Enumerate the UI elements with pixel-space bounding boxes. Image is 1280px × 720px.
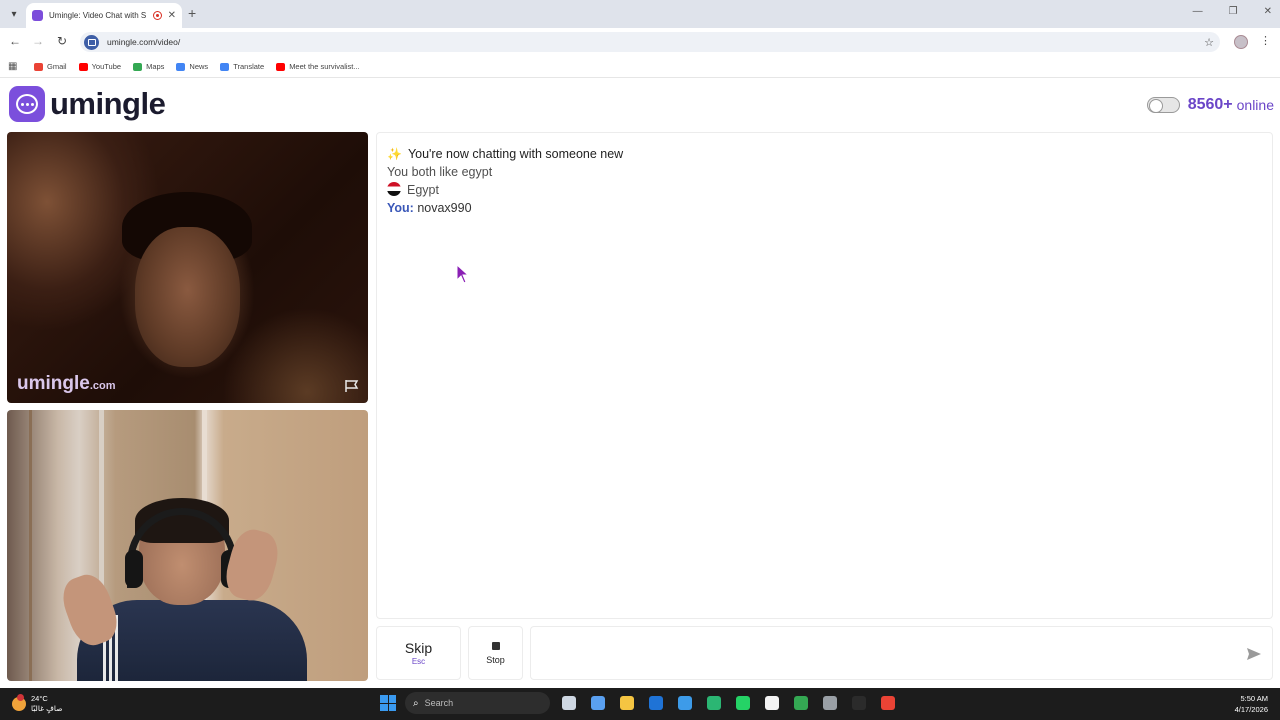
bookmark-gmail[interactable]: Gmail bbox=[34, 62, 67, 71]
app-circle-icon[interactable] bbox=[849, 693, 869, 713]
bookmark-news[interactable]: News bbox=[176, 62, 208, 71]
sparkle-icon: ✨ bbox=[387, 147, 402, 161]
recording-indicator-icon bbox=[152, 11, 162, 20]
windows-taskbar: 24°C صافٍ غالبًا ⌕ Search 5:50 AM 4/17/2… bbox=[0, 688, 1280, 720]
task-view-icon[interactable] bbox=[559, 693, 579, 713]
maps-icon bbox=[133, 62, 143, 71]
back-icon[interactable]: ← bbox=[7, 34, 23, 48]
skip-shortcut-hint: Esc bbox=[411, 657, 426, 666]
news-icon bbox=[176, 62, 186, 71]
file-explorer-icon[interactable] bbox=[617, 693, 637, 713]
taskbar-search[interactable]: ⌕ Search bbox=[405, 692, 550, 714]
copilot-icon[interactable] bbox=[588, 693, 608, 713]
start-button[interactable] bbox=[380, 695, 396, 711]
bookmark-translate[interactable]: Translate bbox=[220, 62, 264, 71]
weather-widget[interactable]: 24°C صافٍ غالبًا bbox=[12, 694, 63, 714]
weather-condition: صافٍ غالبًا bbox=[31, 704, 63, 713]
clock-time: 5:50 AM bbox=[1240, 694, 1268, 703]
clock-date: 4/17/2026 bbox=[1234, 705, 1268, 714]
chrome-icon[interactable] bbox=[791, 693, 811, 713]
bookmark-star-icon[interactable]: ☆ bbox=[1204, 36, 1214, 49]
system-clock[interactable]: 5:50 AM 4/17/2026 bbox=[1235, 693, 1268, 715]
common-interest-message: You both like egypt bbox=[387, 165, 493, 179]
bookmark-survivalist[interactable]: Meet the survivalist... bbox=[276, 62, 360, 71]
bookmarks-bar: ▦ Gmail YouTube Maps News Translate Meet… bbox=[0, 56, 1280, 78]
bookmark-youtube[interactable]: YouTube bbox=[78, 62, 121, 71]
search-icon: ⌕ bbox=[413, 697, 419, 709]
restore-icon[interactable]: ❐ bbox=[1229, 6, 1238, 17]
temperature: 24°C bbox=[31, 694, 48, 703]
skip-button[interactable]: Skip Esc bbox=[376, 626, 461, 680]
send-icon[interactable] bbox=[1246, 646, 1262, 662]
egypt-flag-icon bbox=[387, 182, 401, 196]
online-status: 8560+ online bbox=[1146, 96, 1274, 114]
edge-icon[interactable] bbox=[704, 693, 724, 713]
logo-text: umingle bbox=[50, 86, 166, 121]
chrome-active-icon[interactable] bbox=[878, 693, 898, 713]
chat-log: ✨ You're now chatting with someone new Y… bbox=[376, 132, 1273, 619]
window-controls: — ❐ ✕ bbox=[1193, 6, 1272, 17]
online-count: 8560+ bbox=[1187, 96, 1233, 113]
browser-menu-icon[interactable]: ⋮ bbox=[1260, 34, 1271, 47]
message-input[interactable] bbox=[530, 626, 1273, 680]
tab-search-icon[interactable]: ▾ bbox=[6, 6, 22, 22]
youtube-icon bbox=[276, 62, 286, 71]
country-message: Egypt bbox=[387, 181, 1262, 199]
online-label: online bbox=[1236, 97, 1274, 113]
weather-icon bbox=[12, 694, 26, 711]
youtube-icon bbox=[78, 62, 88, 71]
umingle-logo[interactable]: umingle bbox=[9, 86, 166, 122]
apps-grid-icon[interactable]: ▦ bbox=[8, 61, 22, 72]
stop-button[interactable]: Stop bbox=[468, 626, 523, 680]
minimize-icon[interactable]: — bbox=[1193, 6, 1203, 17]
url-text: umingle.com/video/ bbox=[107, 37, 181, 47]
new-tab-button[interactable]: + bbox=[188, 5, 196, 21]
chat-bubble-icon bbox=[9, 86, 45, 122]
stop-icon bbox=[491, 641, 500, 650]
active-tab[interactable]: Umingle: Video Chat with S ✕ bbox=[26, 3, 182, 28]
whatsapp-icon[interactable] bbox=[733, 693, 753, 713]
browser-toolbar: ← → ↻ umingle.com/video/ ☆ ⋮ bbox=[0, 28, 1280, 56]
user-message: You: novax990 bbox=[387, 201, 472, 215]
address-bar[interactable]: umingle.com/video/ ☆ bbox=[80, 32, 1220, 52]
profile-avatar[interactable] bbox=[1234, 35, 1248, 49]
report-flag-icon[interactable] bbox=[344, 379, 360, 393]
close-window-icon[interactable]: ✕ bbox=[1264, 6, 1272, 17]
notepad-icon[interactable] bbox=[675, 693, 695, 713]
stranger-video: umingle.com bbox=[7, 132, 368, 403]
bookmark-maps[interactable]: Maps bbox=[133, 62, 164, 71]
umingle-watermark: umingle.com bbox=[17, 373, 116, 394]
system-message: ✨ You're now chatting with someone new bbox=[387, 147, 624, 161]
browser-tab-bar: ▾ Umingle: Video Chat with S ✕ + — ❐ ✕ bbox=[0, 0, 1280, 28]
umingle-favicon-icon bbox=[32, 10, 43, 21]
tab-close-icon[interactable]: ✕ bbox=[168, 10, 176, 21]
reload-icon[interactable]: ↻ bbox=[54, 34, 70, 48]
theme-toggle[interactable] bbox=[1146, 97, 1180, 113]
settings-icon[interactable] bbox=[820, 693, 840, 713]
forward-icon[interactable]: → bbox=[30, 34, 46, 48]
tab-title: Umingle: Video Chat with S bbox=[49, 11, 147, 20]
self-video bbox=[7, 410, 368, 681]
store-icon[interactable] bbox=[762, 693, 782, 713]
translate-icon bbox=[220, 62, 230, 71]
outlook-icon[interactable] bbox=[646, 693, 666, 713]
taskbar-apps: ⌕ Search bbox=[380, 692, 898, 714]
gmail-icon bbox=[34, 62, 43, 71]
site-info-icon[interactable] bbox=[84, 34, 99, 50]
